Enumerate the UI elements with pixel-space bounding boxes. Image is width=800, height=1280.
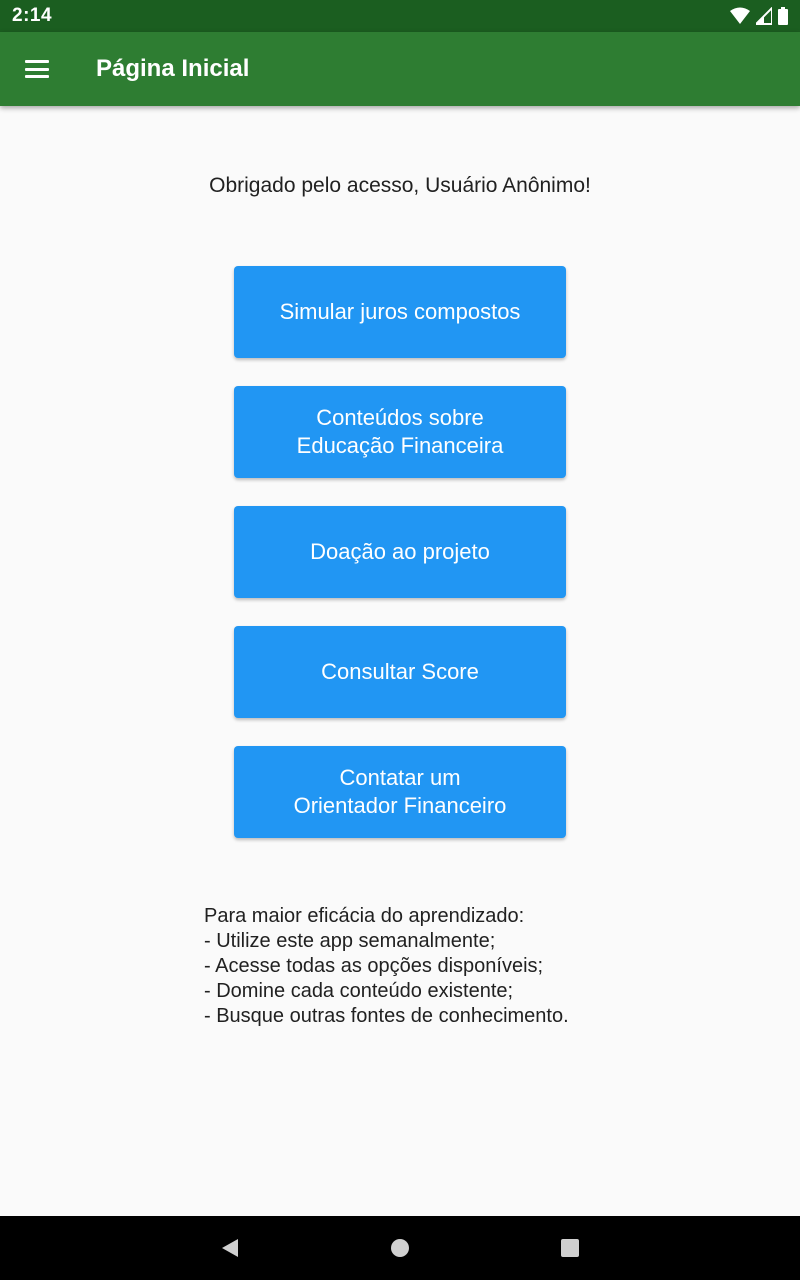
- main-content: Obrigado pelo acesso, Usuário Anônimo! S…: [0, 106, 800, 1216]
- home-icon: [391, 1239, 409, 1257]
- simulate-compound-interest-button[interactable]: Simular juros compostos: [234, 266, 566, 358]
- back-icon: [222, 1239, 238, 1257]
- app-bar: Página Inicial: [0, 32, 800, 106]
- back-button[interactable]: [210, 1228, 250, 1268]
- wifi-icon: [730, 7, 750, 24]
- battery-icon: [778, 7, 788, 25]
- donation-button[interactable]: Doação ao projeto: [234, 506, 566, 598]
- menu-icon: [25, 60, 49, 78]
- greeting-text: Obrigado pelo acesso, Usuário Anônimo!: [209, 174, 591, 197]
- check-score-button[interactable]: Consultar Score: [234, 626, 566, 718]
- tips-heading: Para maior eficácia do aprendizado:: [204, 905, 525, 927]
- navigation-bar: [0, 1216, 800, 1280]
- recents-button[interactable]: [550, 1228, 590, 1268]
- tip-item: - Acesse todas as opções disponíveis;: [204, 955, 544, 977]
- signal-icon: [756, 7, 772, 25]
- recents-icon: [561, 1239, 579, 1257]
- tip-item: - Busque outras fontes de conhecimento.: [204, 1005, 569, 1027]
- status-time: 2:14: [12, 5, 53, 26]
- contact-advisor-button[interactable]: Contatar um Orientador Financeiro: [234, 746, 566, 838]
- menu-button[interactable]: [0, 32, 74, 106]
- status-icons: [730, 7, 788, 25]
- status-bar: 2:14: [0, 0, 800, 32]
- tips-text: Para maior eficácia do aprendizado: - Ut…: [204, 904, 644, 1029]
- home-button[interactable]: [380, 1228, 420, 1268]
- page-title: Página Inicial: [96, 55, 250, 82]
- tip-item: - Utilize este app semanalmente;: [204, 930, 496, 952]
- tip-item: - Domine cada conteúdo existente;: [204, 980, 514, 1002]
- financial-education-content-button[interactable]: Conteúdos sobre Educação Financeira: [234, 386, 566, 478]
